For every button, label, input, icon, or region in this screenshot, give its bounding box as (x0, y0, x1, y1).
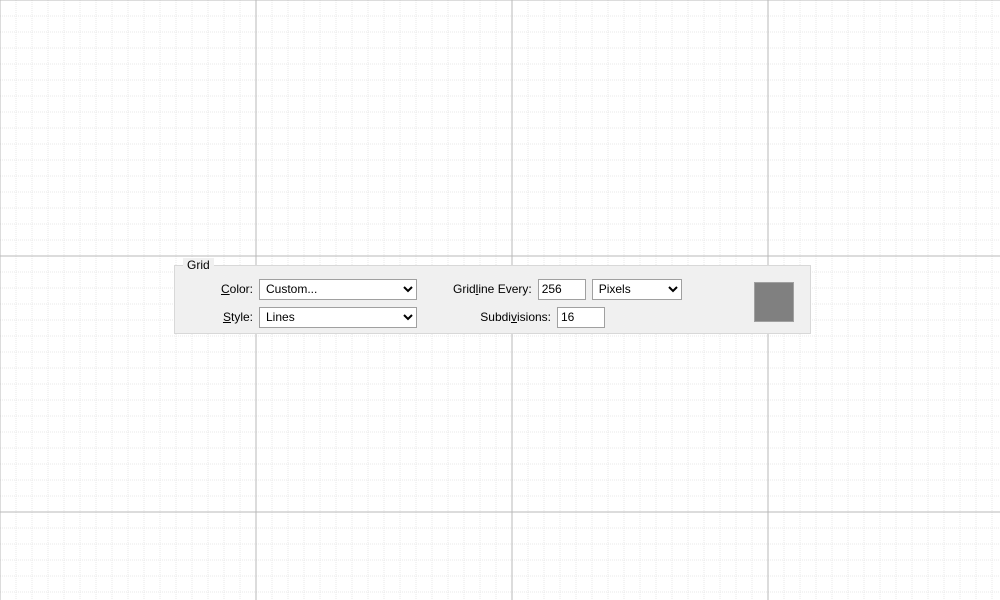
gridline-units-select[interactable]: Pixels (592, 279, 682, 300)
style-select[interactable]: Lines (259, 307, 417, 328)
subdivisions-label: Subdivisions: (453, 310, 557, 324)
grid-settings-panel: Grid Color: Custom... Style: Lines Gridl… (174, 258, 811, 334)
gridline-every-label: Gridline Every: (453, 282, 538, 296)
style-label: Style: (175, 310, 259, 324)
color-select[interactable]: Custom... (259, 279, 417, 300)
color-label: Color: (175, 282, 259, 296)
subdivisions-input[interactable] (557, 307, 605, 328)
grid-legend: Grid (183, 258, 214, 272)
grid-color-swatch[interactable] (754, 282, 794, 322)
gridline-every-input[interactable] (538, 279, 586, 300)
